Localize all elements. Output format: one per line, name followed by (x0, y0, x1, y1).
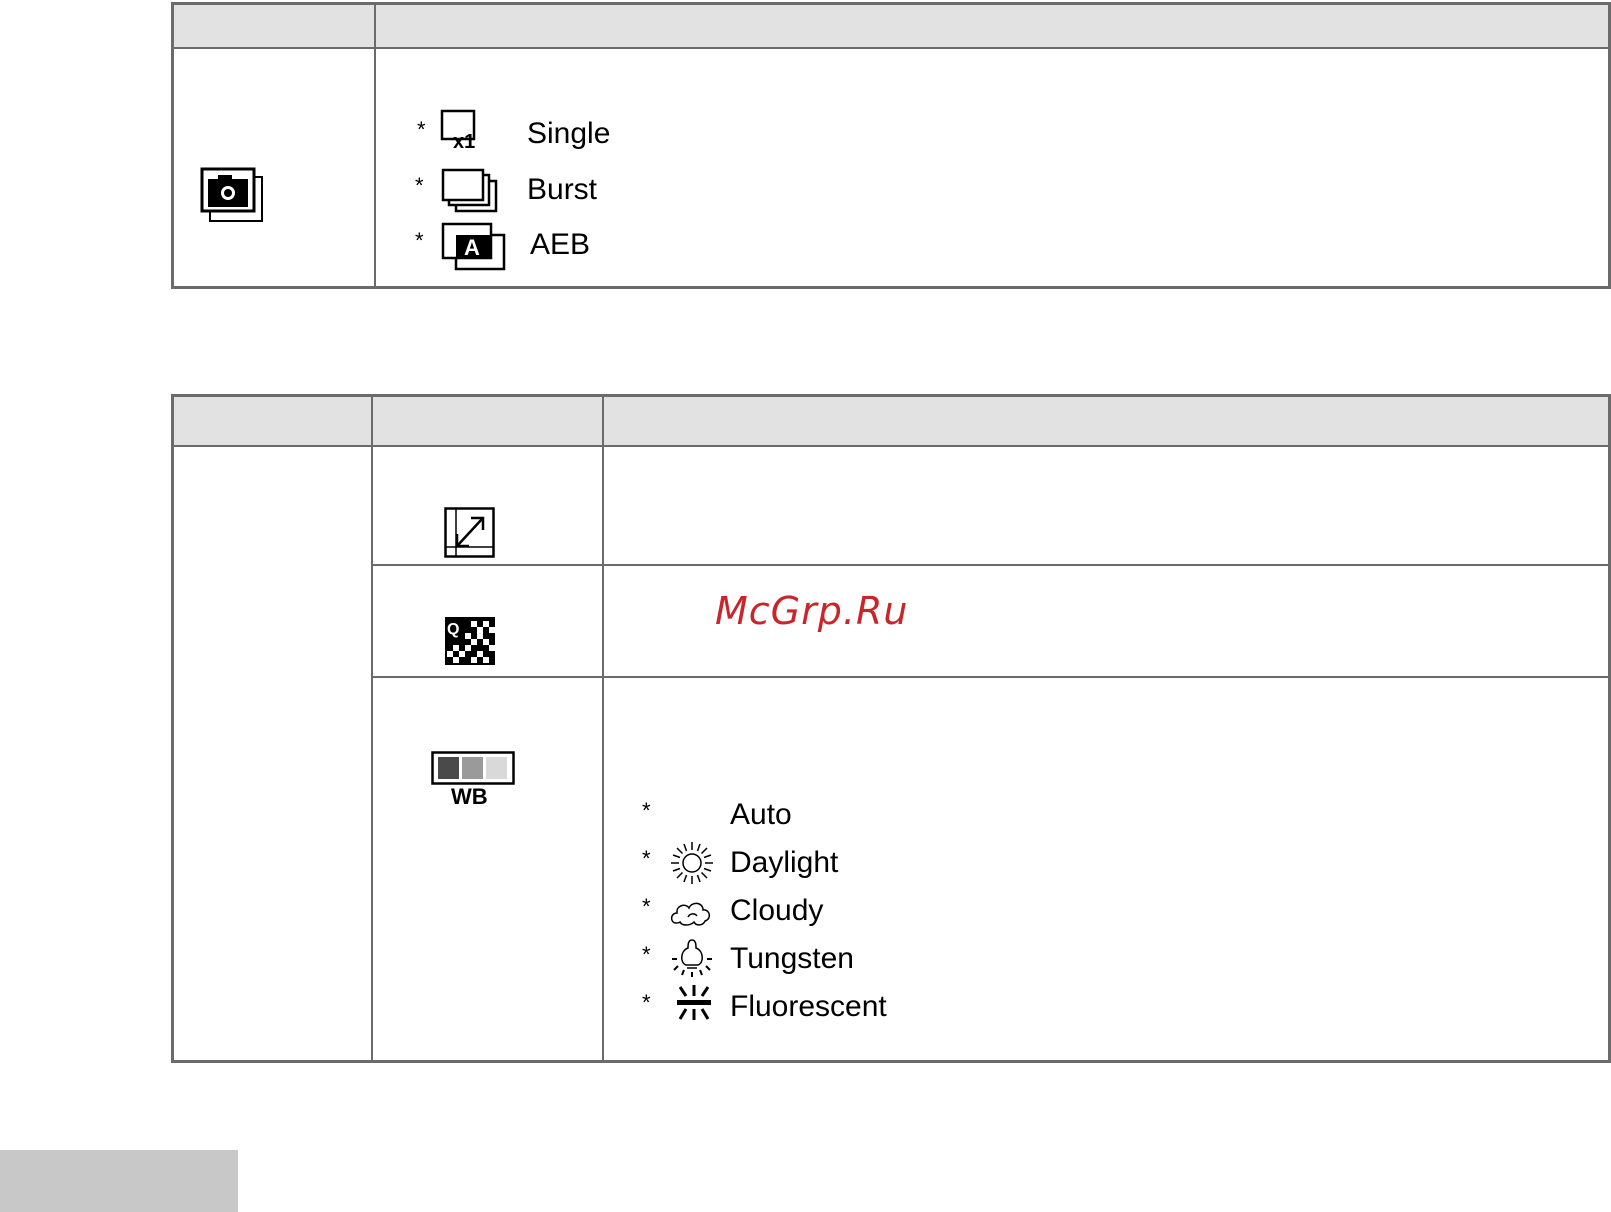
option-marker: * (642, 990, 651, 1015)
burst-icon (441, 168, 500, 215)
quality-icon: Q (445, 617, 495, 665)
daylight-icon (670, 841, 714, 885)
option-marker: * (415, 228, 424, 253)
option-label-daylight: Daylight (730, 846, 839, 879)
page-number-tab (0, 1150, 238, 1212)
settings-table-header (174, 397, 1608, 447)
column-divider (374, 5, 376, 286)
drive-mode-icon (200, 167, 264, 223)
svg-text:A: A (464, 235, 480, 260)
option-marker: * (417, 117, 426, 142)
column-divider (602, 397, 604, 1060)
cloudy-icon (670, 897, 712, 927)
aeb-icon: A (441, 222, 508, 271)
option-label-tungsten: Tungsten (730, 942, 854, 975)
row-divider (371, 676, 1608, 678)
option-marker: * (642, 798, 651, 823)
option-label-cloudy: Cloudy (730, 894, 824, 927)
size-icon (444, 507, 496, 559)
option-label-single: Single (527, 117, 611, 150)
option-marker: * (642, 942, 651, 967)
drive-mode-table-header (174, 5, 1608, 49)
column-divider (371, 397, 373, 1060)
option-marker: * (642, 846, 651, 871)
white-balance-icon (431, 751, 515, 785)
option-label-auto: Auto (730, 798, 792, 831)
watermark-text: McGrp.Ru (715, 589, 909, 633)
svg-text:Q: Q (447, 621, 459, 638)
white-balance-icon-label: WB (451, 784, 488, 809)
drive-mode-table: * x1 Single * Burst * A AEB (171, 2, 1611, 289)
option-label-fluorescent: Fluorescent (730, 990, 887, 1023)
option-label-burst: Burst (527, 173, 598, 206)
option-marker: * (415, 173, 424, 198)
option-marker: * (642, 894, 651, 919)
option-label-aeb: AEB (530, 228, 591, 261)
svg-text:x1: x1 (453, 131, 475, 153)
fluorescent-icon (673, 985, 715, 1021)
tungsten-icon (670, 937, 714, 977)
settings-table: Q McGrp.Ru WB * Auto * Daylight * Cloudy… (171, 394, 1611, 1063)
single-shot-icon: x1 (440, 109, 489, 153)
row-divider (371, 564, 1608, 566)
